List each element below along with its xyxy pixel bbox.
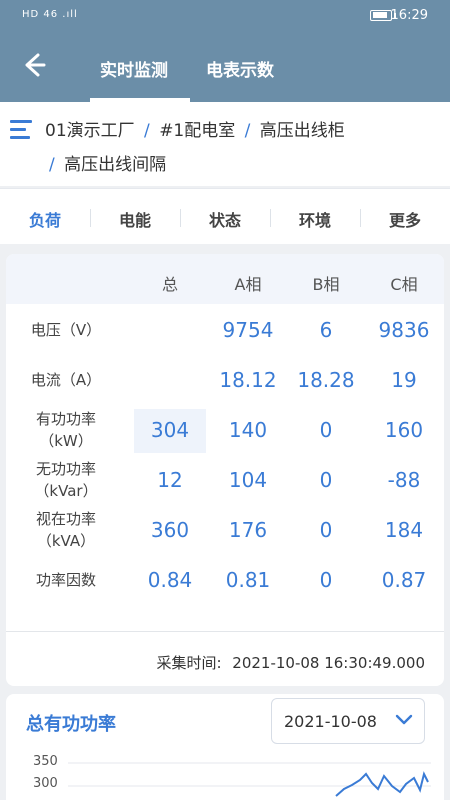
table-header: 总 A相 B相 C相 <box>6 254 444 304</box>
row-label-active-power: 有功功率 （kW） <box>35 410 96 450</box>
battery-icon <box>370 10 392 21</box>
tab-divider <box>180 209 181 227</box>
row-label-apparent-power: 视在功率 （kVA） <box>35 510 96 550</box>
tab-environment[interactable]: 环境 <box>283 207 347 231</box>
value-reactive-power-a: 104 <box>228 468 268 492</box>
value-apparent-power-b: 0 <box>319 518 333 542</box>
breadcrumb-item[interactable]: #1配电室 <box>159 121 235 141</box>
value-reactive-power-c: -88 <box>387 468 421 492</box>
tab-more[interactable]: 更多 <box>373 207 437 231</box>
breadcrumb-separator: / <box>244 121 251 141</box>
value-current-c: 19 <box>391 368 417 392</box>
active-power-chart-card: 总有功功率 2021-10-08 350 300 <box>6 694 444 800</box>
breadcrumb-item[interactable]: 01演示工厂 <box>45 121 135 141</box>
breadcrumb: 01演示工厂 / #1配电室 / 高压出线柜 / 高压出线间隔 <box>0 102 450 186</box>
value-power-factor-a: 0.81 <box>225 568 271 592</box>
breadcrumb-separator: / <box>144 121 150 141</box>
tab-load[interactable]: 负荷 <box>13 207 77 231</box>
value-apparent-power-c: 184 <box>384 518 424 542</box>
tab-energy[interactable]: 电能 <box>103 207 167 231</box>
app-bar: 实时监测 电表示数 <box>0 32 450 102</box>
col-header-b: B相 <box>312 275 340 294</box>
value-reactive-power-total: 12 <box>157 468 183 492</box>
status-bar: HD 46 .ıll 16:29 <box>0 0 450 32</box>
breadcrumb-separator: / <box>49 155 55 175</box>
divider <box>6 631 444 632</box>
tab-divider <box>90 209 91 227</box>
collect-time: 采集时间: 2021-10-08 16:30:49.000 <box>156 652 425 673</box>
menu-icon[interactable] <box>10 120 32 140</box>
value-voltage-c: 9836 <box>378 318 430 342</box>
row-label-reactive-power: 无功功率 （kVar） <box>34 460 98 500</box>
value-power-factor-b: 0 <box>319 568 333 592</box>
category-tabs: 负荷 电能 状态 环境 更多 <box>0 188 450 244</box>
tab-meter-readings[interactable]: 电表示数 <box>206 56 274 81</box>
tab-divider <box>360 209 361 227</box>
breadcrumb-item-current[interactable]: 高压出线间隔 <box>64 155 166 175</box>
value-apparent-power-a: 176 <box>228 518 268 542</box>
row-label-power-factor: 功率因数 <box>35 571 96 589</box>
tab-status[interactable]: 状态 <box>193 207 257 231</box>
breadcrumb-line-1: 01演示工厂 / #1配电室 / 高压出线柜 <box>45 116 345 141</box>
tab-realtime-monitoring[interactable]: 实时监测 <box>100 56 168 81</box>
back-arrow-icon[interactable] <box>18 50 48 80</box>
collect-time-value: 2021-10-08 16:30:49.000 <box>232 654 425 672</box>
col-header-a: A相 <box>234 275 262 294</box>
value-active-power-b: 0 <box>319 418 333 442</box>
value-power-factor-c: 0.87 <box>381 568 427 592</box>
row-label-voltage: 电压（V） <box>30 321 102 339</box>
row-label-current: 电流（A） <box>30 371 102 389</box>
value-active-power-c: 160 <box>384 418 424 442</box>
value-current-a: 18.12 <box>219 368 277 392</box>
breadcrumb-item[interactable]: 高压出线柜 <box>260 121 345 141</box>
signal-icon: HD 46 .ıll <box>22 9 78 20</box>
series-line <box>335 771 429 797</box>
collect-time-label: 采集时间: <box>156 654 222 672</box>
clock: 16:29 <box>390 8 428 23</box>
value-apparent-power-total: 360 <box>150 518 190 542</box>
value-active-power-a: 140 <box>228 418 268 442</box>
tab-divider <box>270 209 271 227</box>
value-current-b: 18.28 <box>297 368 355 392</box>
col-header-c: C相 <box>390 275 418 294</box>
value-voltage-b: 6 <box>319 318 333 342</box>
value-voltage-a: 9754 <box>222 318 274 342</box>
value-active-power-total: 304 <box>150 418 190 442</box>
chart-plot <box>68 762 431 797</box>
load-table-card: 总 A相 B相 C相 电压（V） 9754 6 9836 电流（A） 18.12… <box>6 254 444 686</box>
value-reactive-power-b: 0 <box>319 468 333 492</box>
breadcrumb-line-2: / 高压出线间隔 <box>45 150 166 175</box>
col-header-total: 总 <box>161 275 178 294</box>
value-power-factor-total: 0.84 <box>147 568 193 592</box>
